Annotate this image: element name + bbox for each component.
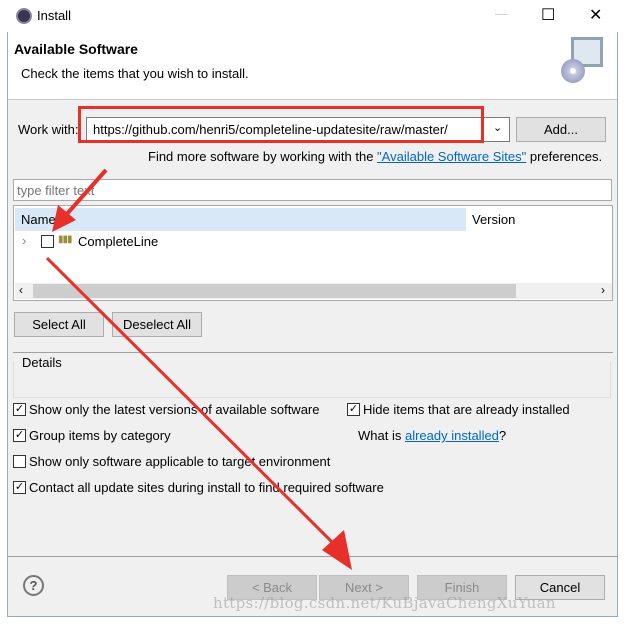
annotation-arrows bbox=[45, 168, 352, 570]
arrow-to-next bbox=[45, 256, 337, 547]
arrow-to-checkbox bbox=[64, 168, 108, 217]
